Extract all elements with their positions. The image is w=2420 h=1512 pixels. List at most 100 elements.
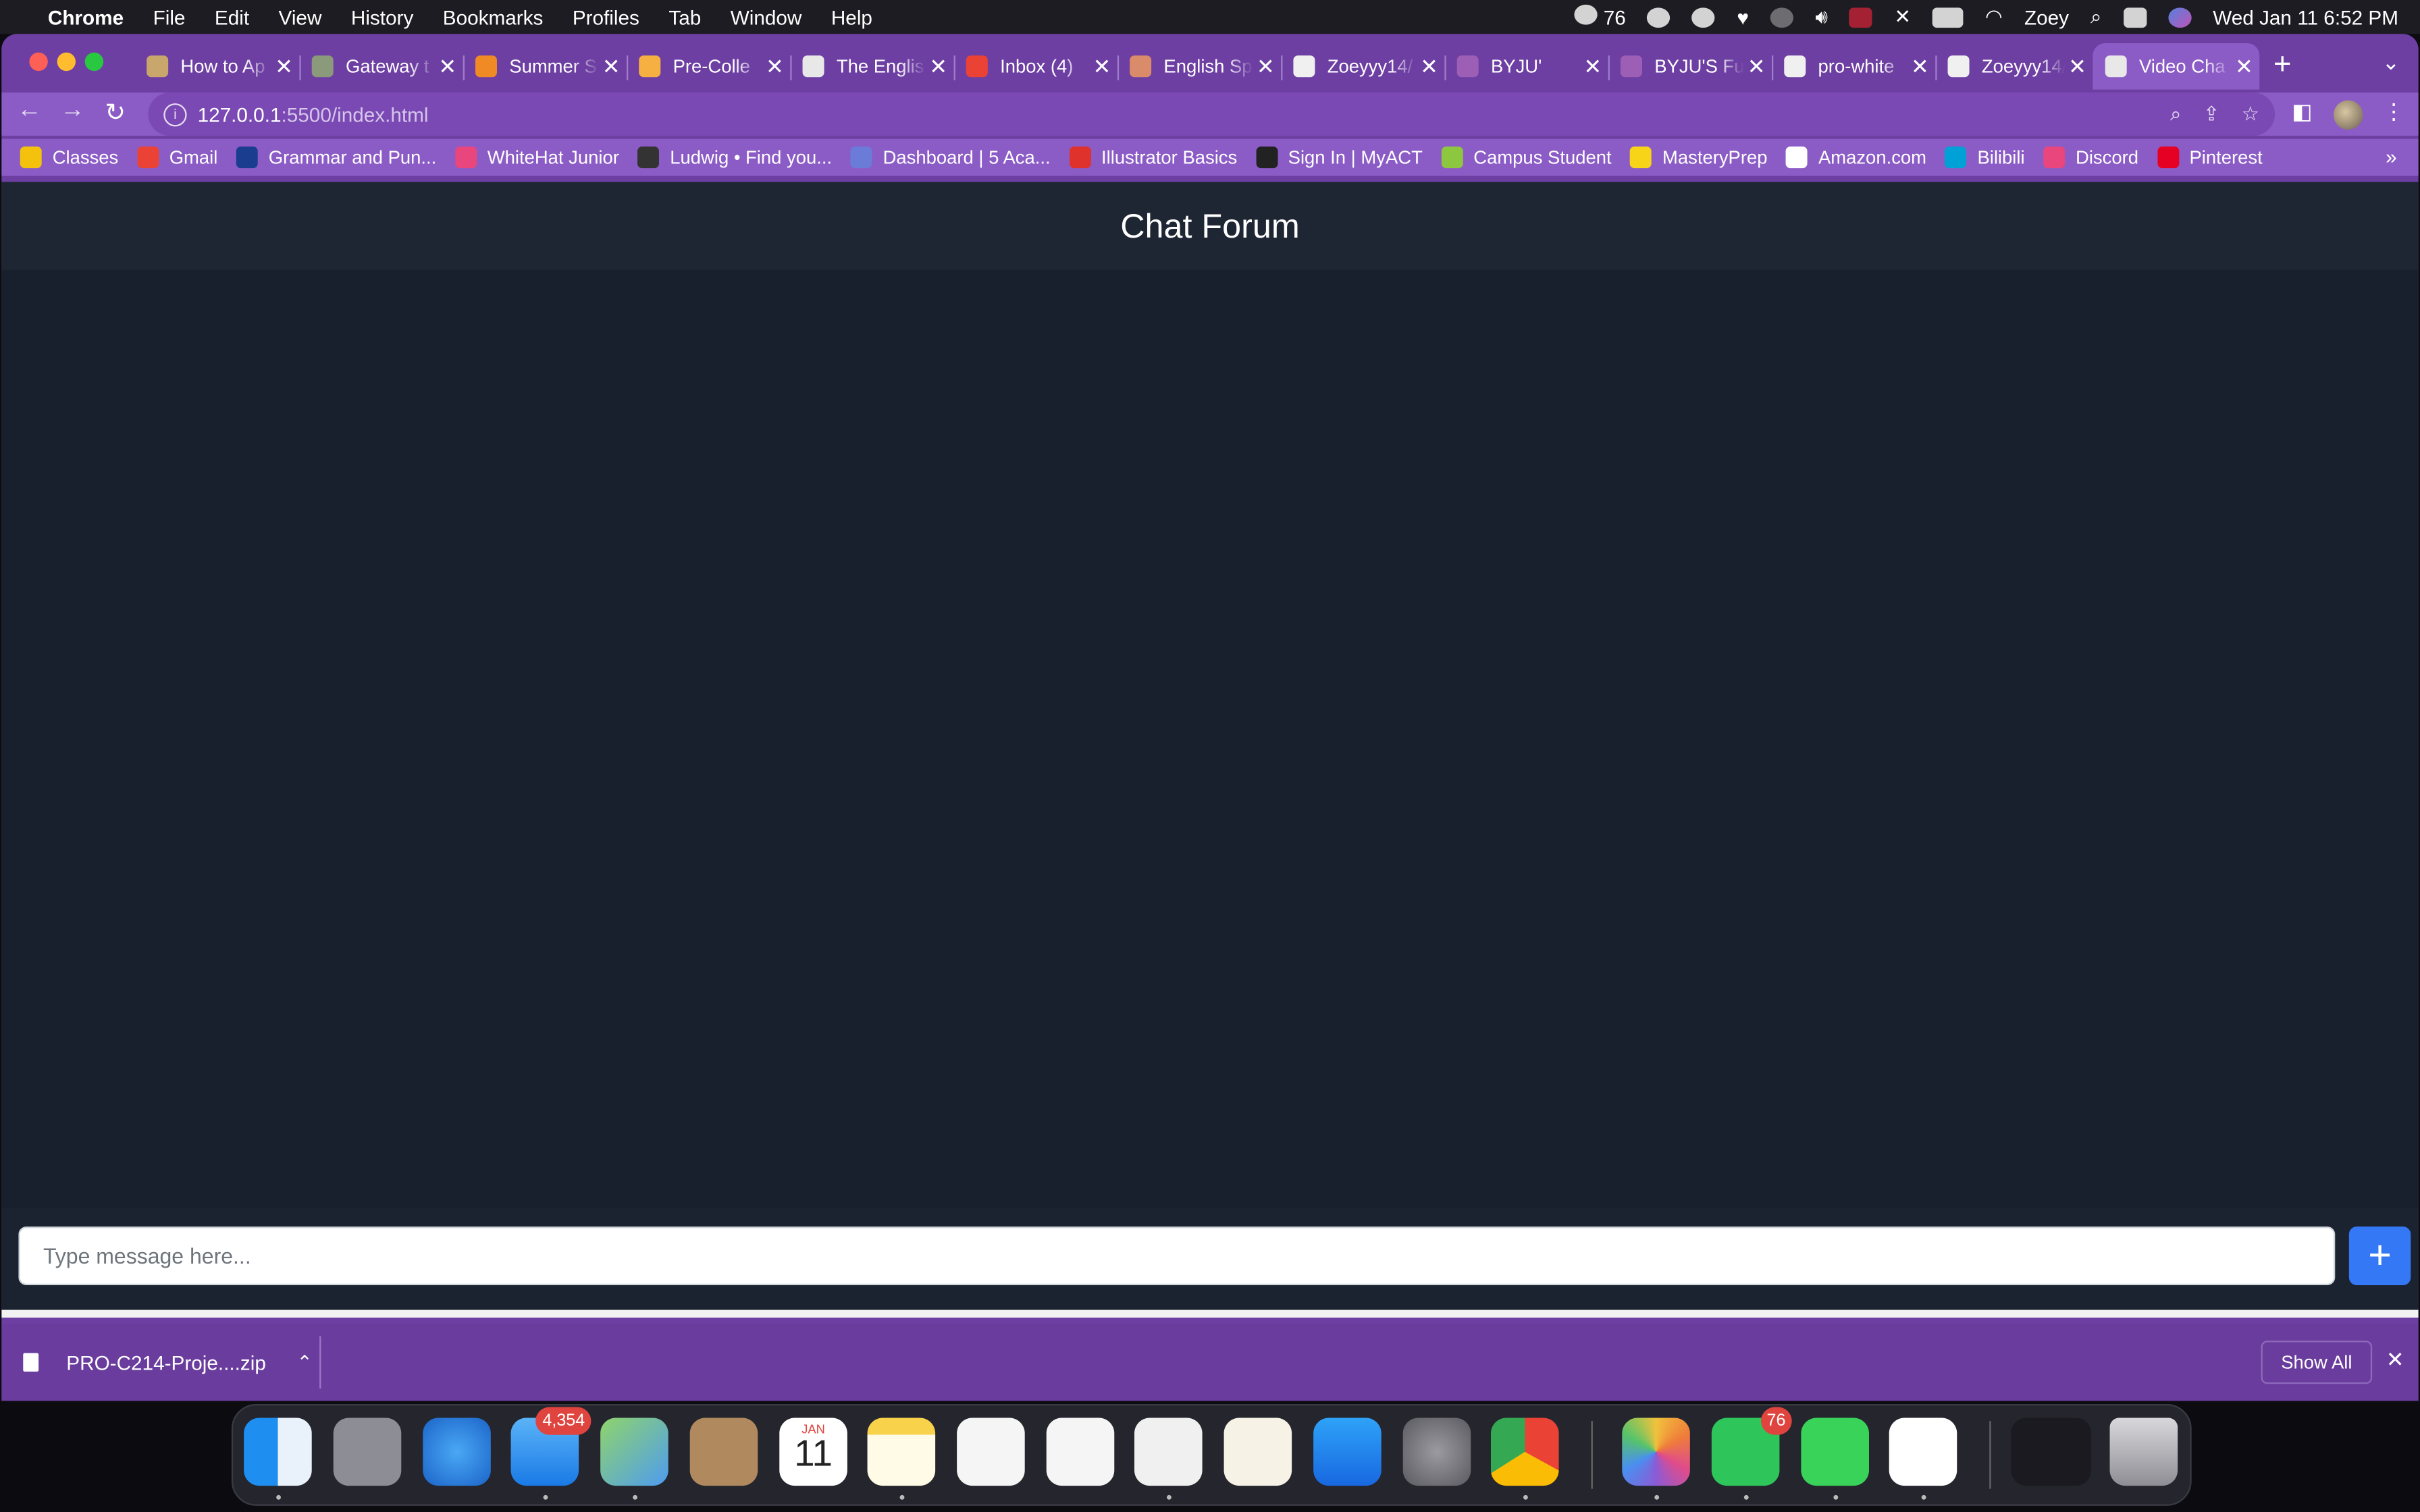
chevron-up-icon[interactable]: ⌃ (297, 1351, 313, 1373)
browser-tab[interactable]: pro-white ✕ (1772, 43, 1937, 90)
chrome-menu-icon[interactable]: ⋮ (2383, 99, 2404, 125)
menu-history[interactable]: History (351, 5, 413, 28)
user-name[interactable]: Zoey (2024, 5, 2069, 28)
numbers-icon[interactable] (1046, 1418, 1115, 1486)
browser-tab[interactable]: Gateway t ✕ (299, 43, 465, 90)
bookmark-item[interactable]: Illustrator Basics (1069, 146, 1237, 169)
tab-close-icon[interactable]: ✕ (762, 53, 787, 80)
menu-app-name[interactable]: Chrome (48, 5, 124, 28)
tab-close-icon[interactable]: ✕ (1744, 53, 1769, 80)
volume-icon[interactable]: 🔊︎ (1815, 5, 1828, 30)
tab-close-icon[interactable]: ✕ (1253, 53, 1278, 80)
mail-icon[interactable]: 4,354 (510, 1407, 591, 1486)
messages-icon[interactable] (1801, 1418, 1869, 1486)
menu-help[interactable]: Help (831, 5, 872, 28)
browser-tab[interactable]: Inbox (4) ✕ (954, 43, 1120, 90)
profile-avatar[interactable] (2333, 100, 2363, 130)
site-info-icon[interactable]: i (163, 102, 187, 126)
tab-close-icon[interactable]: ✕ (436, 53, 461, 80)
zoom-icon[interactable]: ⌕ (2170, 102, 2182, 127)
tab-close-icon[interactable]: ✕ (1090, 53, 1115, 80)
minimize-window-button[interactable] (57, 52, 76, 72)
pages-icon[interactable] (1224, 1418, 1292, 1486)
back-button[interactable]: ← (17, 97, 42, 125)
bookmark-item[interactable]: Campus Student (1441, 146, 1612, 169)
side-panel-icon[interactable]: ◧ (2292, 99, 2312, 125)
download-item[interactable]: PRO-C214-Proje....zip ⌃ (23, 1324, 313, 1401)
input-source-flag-icon[interactable] (1849, 7, 1873, 27)
airdrop-status-icon[interactable] (1770, 7, 1794, 27)
send-message-button[interactable]: + (2348, 1226, 2411, 1285)
browser-tab[interactable]: English Sp ✕ (1117, 43, 1283, 90)
system-settings-icon[interactable] (1402, 1418, 1471, 1486)
calendar-icon[interactable]: JAN 11 (779, 1418, 847, 1486)
bookmark-item[interactable]: Sign In | MyACT (1255, 146, 1423, 169)
share-icon[interactable]: ⇪ (2203, 102, 2220, 127)
bookmark-star-icon[interactable]: ☆ (2242, 102, 2260, 127)
menu-file[interactable]: File (153, 5, 186, 28)
browser-tab[interactable]: Zoeyyy14/✕ (1281, 43, 1446, 90)
bookmark-item[interactable]: Discord (2043, 146, 2138, 169)
new-tab-button[interactable]: + (2273, 49, 2292, 80)
finder-icon[interactable] (244, 1418, 312, 1486)
safari-icon[interactable] (423, 1418, 491, 1486)
menu-window[interactable]: Window (731, 5, 802, 28)
browser-tab[interactable]: Pre-Colle ✕ (627, 43, 792, 90)
tab-close-icon[interactable]: ✕ (1417, 53, 1442, 80)
keynote-icon[interactable] (1134, 1418, 1203, 1486)
clock[interactable]: Wed Jan 11 6:52 PM (2213, 5, 2398, 28)
bookmark-item[interactable]: Pinterest (2157, 146, 2263, 169)
photos-icon[interactable] (1622, 1418, 1690, 1486)
news-icon[interactable] (957, 1418, 1025, 1486)
browser-tab[interactable]: Summer S ✕ (463, 43, 629, 90)
bookmark-item[interactable]: Bilibili (1945, 146, 2025, 169)
minimized-chrome-window[interactable] (2011, 1418, 2092, 1486)
bluetooth-off-icon[interactable]: ✕ (1894, 5, 1911, 30)
tab-close-icon[interactable]: ✕ (2065, 53, 2090, 80)
bookmark-item[interactable]: MasteryPrep (1630, 146, 1768, 169)
menu-view[interactable]: View (279, 5, 322, 28)
bookmark-item[interactable]: Grammar and Pun... (236, 146, 436, 169)
close-window-button[interactable] (29, 52, 48, 72)
browser-tab[interactable]: The Englis ✕ (790, 43, 955, 90)
maps-icon[interactable] (600, 1418, 668, 1486)
browser-tab[interactable]: BYJU'S Fu ✕ (1608, 43, 1774, 90)
bookmark-item[interactable]: Classes (20, 146, 119, 169)
menu-bookmarks[interactable]: Bookmarks (443, 5, 544, 28)
zoom-window-button[interactable] (84, 52, 104, 72)
control-center-icon[interactable] (2123, 7, 2147, 27)
grammarly-status-icon[interactable] (1647, 7, 1671, 27)
bookmark-item[interactable]: Amazon.com (1785, 146, 1926, 169)
vscode-icon[interactable] (1889, 1418, 1957, 1486)
browser-tab[interactable]: How to Ap ✕ (134, 43, 301, 90)
close-download-bar-icon[interactable]: ✕ (2386, 1347, 2404, 1373)
wechat-icon[interactable]: 76 (1711, 1407, 1792, 1486)
siri-icon[interactable] (2167, 7, 2192, 27)
chrome-icon[interactable] (1490, 1418, 1559, 1486)
bookmark-item[interactable]: Ludwig • Find you... (637, 146, 832, 169)
message-area[interactable] (1, 269, 2419, 1208)
tab-close-icon[interactable]: ✕ (1908, 53, 1932, 80)
tab-search-chevron-icon[interactable]: ⌄ (2382, 49, 2400, 76)
tab-close-icon[interactable]: ✕ (1581, 53, 1606, 80)
trash-icon[interactable] (2109, 1418, 2178, 1486)
battery-icon[interactable] (1932, 7, 1964, 27)
browser-tab[interactable]: Zoeyyy14/✕ (1935, 43, 2093, 90)
reload-button[interactable]: ↻ (105, 97, 126, 128)
spotlight-search-icon[interactable]: ⌕ (2090, 5, 2102, 30)
forward-button[interactable]: → (60, 97, 85, 125)
notes-icon[interactable] (867, 1418, 936, 1486)
bookmark-item[interactable]: Dashboard | 5 Aca... (850, 146, 1051, 169)
menu-tab[interactable]: Tab (668, 5, 701, 28)
tab-close-icon[interactable]: ✕ (271, 53, 296, 80)
bookmarks-overflow-icon[interactable]: » (2386, 145, 2397, 168)
tab-close-icon[interactable]: ✕ (2232, 53, 2257, 80)
message-input[interactable] (18, 1226, 2336, 1285)
tab-close-icon[interactable]: ✕ (599, 53, 624, 80)
browser-tab[interactable]: Video Cha ✕ (2093, 43, 2260, 90)
heart-status-icon[interactable]: ♥ (1737, 5, 1749, 28)
browser-tab[interactable]: BYJU' ✕ (1444, 43, 1610, 90)
creative-cloud-status-icon[interactable] (1692, 7, 1716, 27)
menu-profiles[interactable]: Profiles (573, 5, 639, 28)
wechat-status-icon[interactable]: 76 (1575, 4, 1626, 29)
